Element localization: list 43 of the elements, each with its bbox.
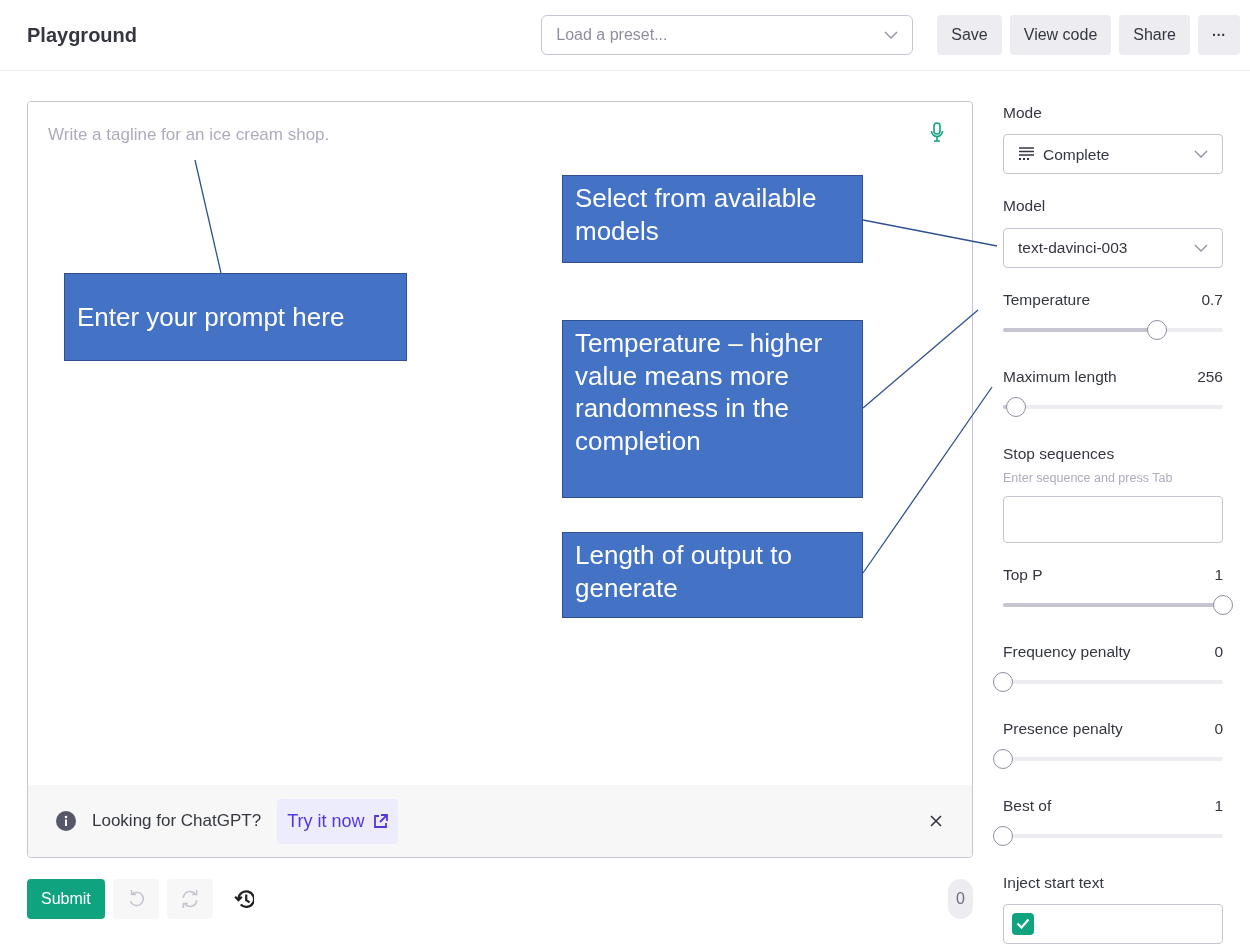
dropdown-select[interactable]: Complete (1003, 134, 1223, 175)
callout-box: Enter your prompt here (64, 273, 407, 361)
field-label: Model (1003, 196, 1047, 217)
field-label: Mode (1003, 103, 1043, 123)
info-icon (56, 811, 76, 831)
lines-icon (1018, 147, 1035, 162)
param-value: 1 (1214, 795, 1223, 816)
checkmark-icon (1016, 918, 1030, 930)
callout-box: Select from available models (562, 175, 863, 263)
banner-text: Looking for ChatGPT? (92, 810, 262, 833)
param-label: Top P (1003, 564, 1043, 585)
param-value: 256 (1197, 366, 1223, 387)
param-label: Inject start text (1003, 872, 1105, 893)
page-title: Playground (27, 23, 137, 48)
microphone-icon[interactable] (930, 122, 944, 144)
param-label: Best of (1003, 795, 1052, 816)
param-value: 1 (1214, 564, 1223, 585)
try-it-link[interactable]: Try it now (277, 798, 398, 844)
param-value: 0.7 (1201, 289, 1223, 310)
token-count: 0 (948, 879, 973, 919)
param-label: Presence penalty (1003, 718, 1123, 739)
stop-sequence-field[interactable] (1003, 495, 1223, 543)
header-button[interactable]: Save (937, 15, 1002, 55)
param-value: 0 (1214, 718, 1223, 739)
history-icon (233, 889, 254, 909)
chevron-down-icon (884, 31, 899, 39)
param-label: Maximum length (1003, 366, 1117, 387)
close-icon[interactable] (930, 815, 942, 827)
chevron-down-icon (1194, 150, 1208, 159)
callout-box: Temperature – higher value means more randomness in the completion (562, 320, 863, 498)
field-hint: Enter sequence and press Tab (1003, 469, 1174, 487)
dropdown-select[interactable]: text-davinci-003 (1003, 227, 1223, 268)
checkbox[interactable] (1012, 912, 1034, 935)
param-label: Frequency penalty (1003, 641, 1131, 662)
header-button[interactable]: Share (1119, 15, 1190, 55)
more-button[interactable]: ··· (1198, 15, 1240, 55)
param-label: Temperature (1003, 289, 1090, 310)
chevron-down-icon (1194, 243, 1208, 252)
callout-box: Length of output to generate (562, 532, 863, 618)
external-link-icon (372, 813, 388, 829)
param-label: Stop sequences (1003, 443, 1116, 464)
param-value: 0 (1214, 641, 1223, 662)
header-button[interactable]: View code (1009, 15, 1112, 55)
